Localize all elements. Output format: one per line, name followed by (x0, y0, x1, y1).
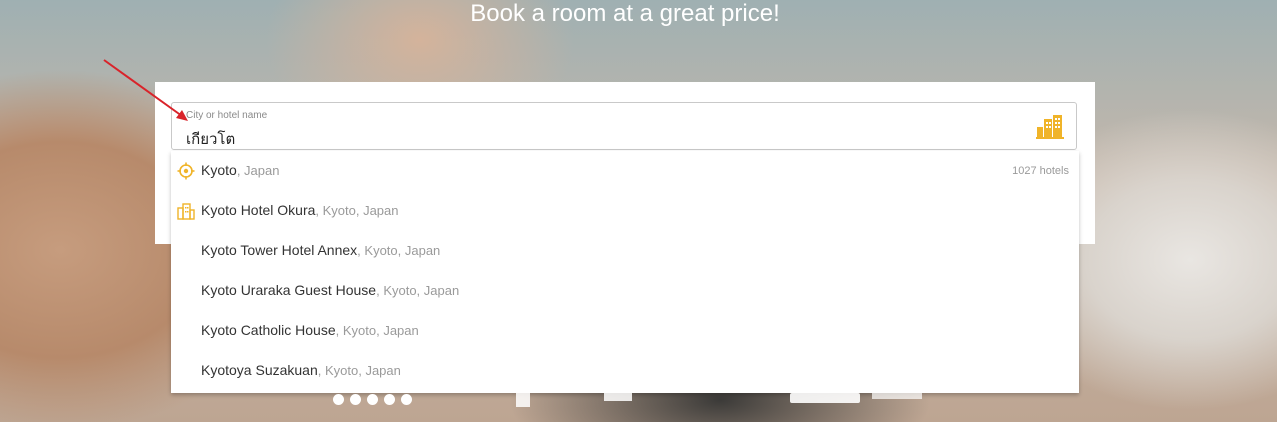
carousel-pager (333, 392, 418, 405)
suggestion-name: Kyotoya Suzakuan, Kyoto, Japan (201, 362, 401, 378)
carousel-dot[interactable] (401, 394, 412, 405)
suggestion-hotel-tower-annex[interactable]: Kyoto Tower Hotel Annex, Kyoto, Japan (171, 231, 1079, 271)
suggestion-location: , Kyoto, Japan (376, 283, 460, 298)
suggestion-location: , Kyoto, Japan (315, 203, 399, 218)
suggestion-location: , Kyoto, Japan (317, 363, 401, 378)
suggestion-hotel-uraraka[interactable]: Kyoto Uraraka Guest House, Kyoto, Japan (171, 271, 1079, 311)
hotel-count: 1027 hotels (1012, 165, 1069, 177)
partner-logo (872, 393, 922, 399)
suggestion-city-kyoto[interactable]: Kyoto, Japan 1027 hotels (171, 151, 1079, 191)
suggestion-location: , Kyoto, Japan (357, 243, 441, 258)
carousel-dot[interactable] (333, 394, 344, 405)
suggestion-hotel-okura[interactable]: Kyoto Hotel Okura, Kyoto, Japan (171, 191, 1079, 231)
partner-logo (604, 393, 632, 401)
location-target-icon (177, 162, 195, 180)
partner-logo (790, 393, 860, 403)
city-buildings-icon (1036, 115, 1064, 139)
carousel-dot[interactable] (367, 394, 378, 405)
suggestion-location: , Kyoto, Japan (335, 323, 419, 338)
partner-logo (516, 393, 530, 407)
hero-title: Book a room at a great price! (470, 0, 780, 27)
suggestion-name: Kyoto, Japan (201, 162, 280, 178)
autocomplete-dropdown: Kyoto, Japan 1027 hotels Kyoto Hotel Oku… (171, 151, 1079, 393)
partner-logos-strip (500, 393, 922, 413)
suggestion-name: Kyoto Tower Hotel Annex, Kyoto, Japan (201, 242, 441, 258)
suggestion-name: Kyoto Hotel Okura, Kyoto, Japan (201, 202, 399, 218)
suggestion-name: Kyoto Uraraka Guest House, Kyoto, Japan (201, 282, 460, 298)
city-or-hotel-search-field[interactable]: City or hotel name เกียวโต (171, 102, 1077, 150)
search-field-label: City or hotel name (186, 110, 268, 121)
suggestion-location: , Japan (236, 163, 280, 178)
search-input-value[interactable]: เกียวโต (186, 127, 235, 151)
carousel-dot[interactable] (350, 394, 361, 405)
hotel-building-icon (177, 203, 195, 220)
carousel-dot[interactable] (384, 394, 395, 405)
suggestion-name: Kyoto Catholic House, Kyoto, Japan (201, 322, 419, 338)
suggestion-hotel-catholic-house[interactable]: Kyoto Catholic House, Kyoto, Japan (171, 311, 1079, 351)
suggestion-hotel-suzakuan[interactable]: Kyotoya Suzakuan, Kyoto, Japan (171, 351, 1079, 391)
